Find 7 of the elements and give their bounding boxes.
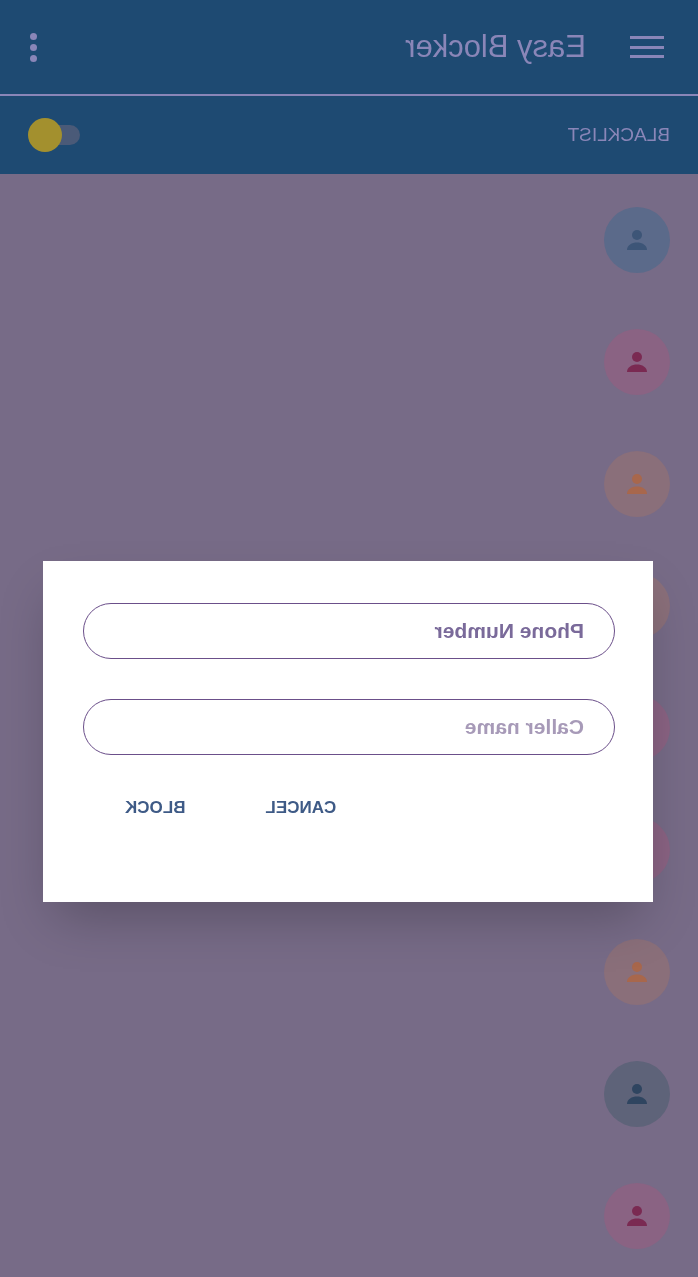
caller-name-field[interactable]: Caller name — [83, 699, 615, 755]
phone-number-field[interactable]: Phone Number — [83, 603, 615, 659]
more-options-icon[interactable] — [30, 32, 37, 62]
dialog-button[interactable]: BLOCK — [125, 795, 186, 821]
menu-icon[interactable] — [630, 33, 664, 61]
dialog-button[interactable]: CANCEL — [265, 795, 337, 821]
app-title: Easy Blocker — [405, 27, 586, 66]
